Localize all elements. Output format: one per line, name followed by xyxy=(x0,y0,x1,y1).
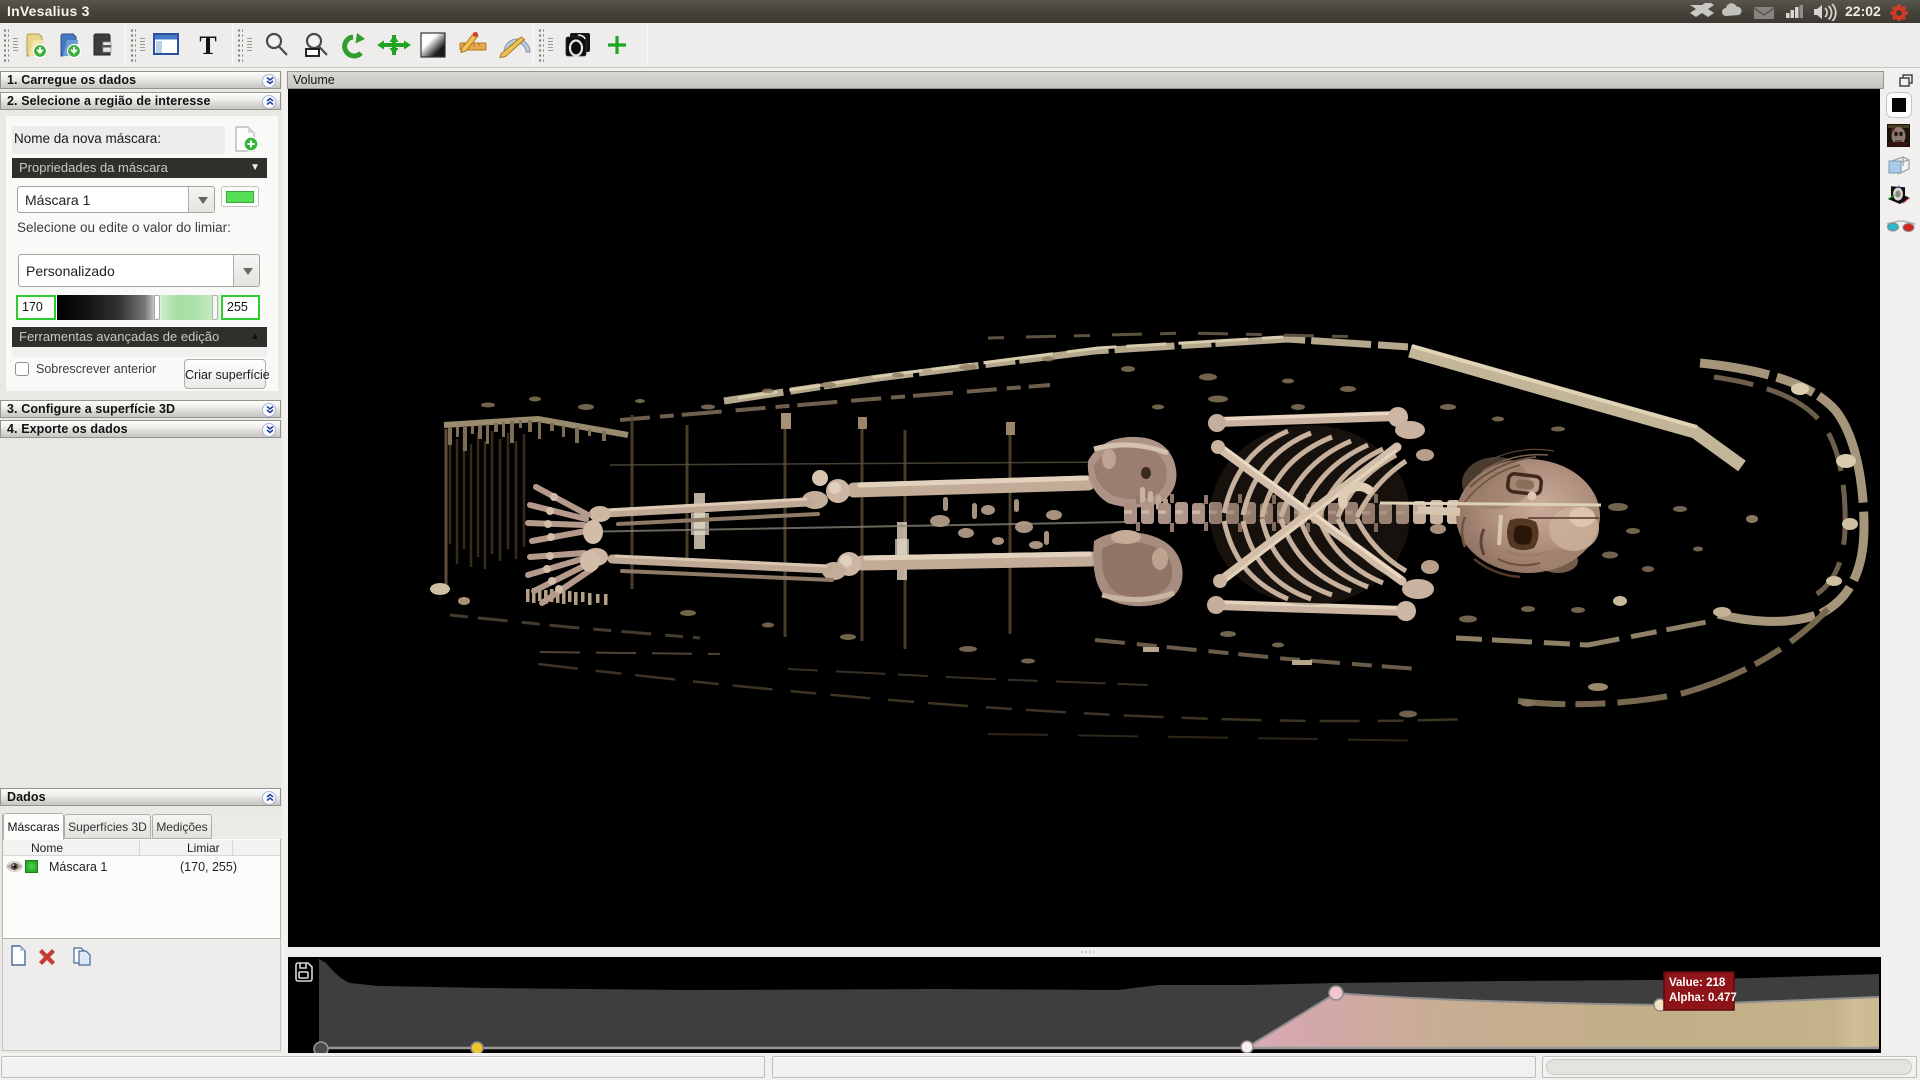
svg-text:T: T xyxy=(199,33,216,59)
svg-text:Value: 218: Value: 218 xyxy=(1669,977,1726,989)
svg-text:Alpha: 0.477: Alpha: 0.477 xyxy=(1669,992,1737,1004)
